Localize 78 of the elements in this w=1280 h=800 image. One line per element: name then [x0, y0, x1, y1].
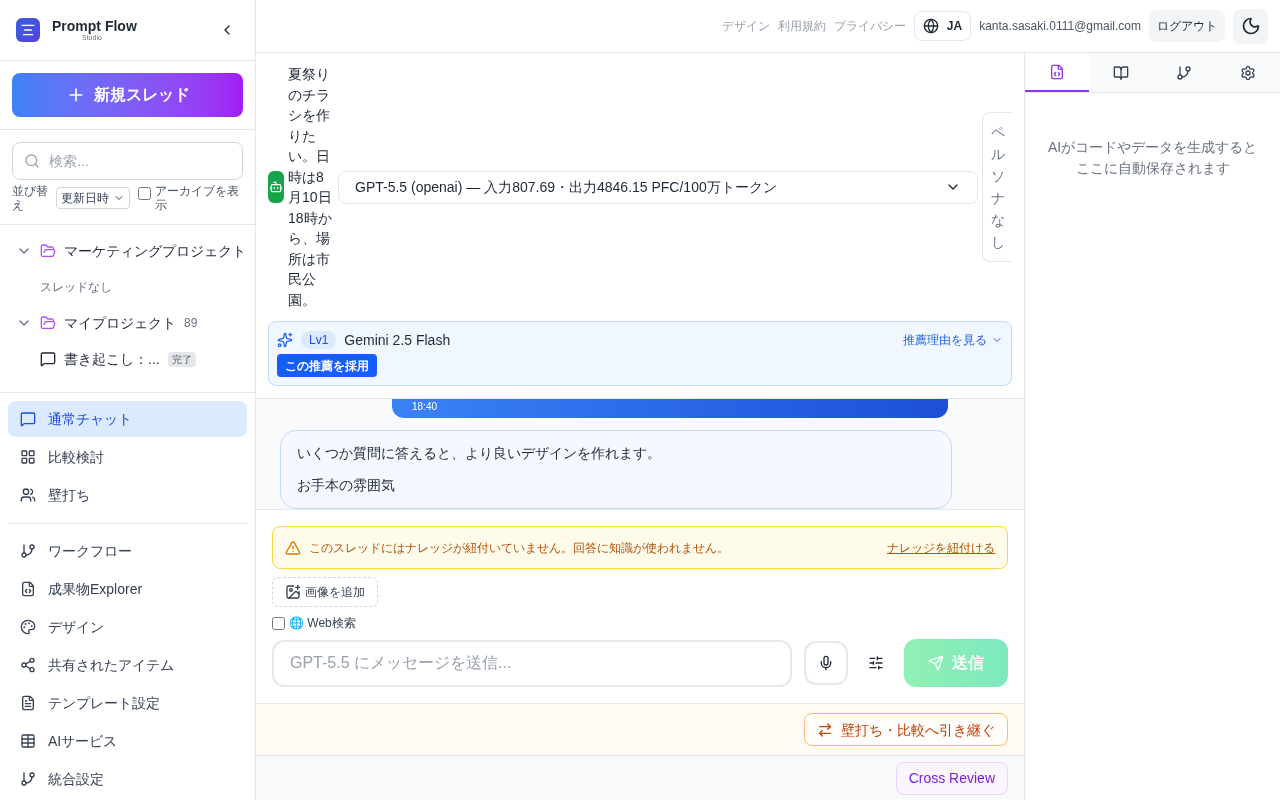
- search-field[interactable]: 検索...: [12, 142, 243, 180]
- sparkle-icon: [277, 332, 293, 348]
- message-time: 18:40: [412, 401, 438, 412]
- nav-item[interactable]: 成果物Explorer: [8, 570, 247, 608]
- document-icon: [20, 695, 36, 711]
- language-button[interactable]: JA: [913, 11, 972, 41]
- sort-select[interactable]: 更新日時: [56, 187, 130, 209]
- theme-button[interactable]: [1233, 8, 1268, 44]
- thread-title[interactable]: 書き起こし：...: [64, 349, 160, 369]
- settings-icon: [1240, 64, 1257, 81]
- prompt-text: 夏祭りのチラシを作りたい。日時は8月10日18時から、場所は市民公園。: [288, 65, 333, 310]
- sort-label: 並び替え: [12, 184, 49, 212]
- file-icon: [20, 581, 36, 597]
- web-search-label: 🌐 Web検索: [289, 615, 356, 631]
- search-icon: [24, 153, 40, 169]
- cross-review-button[interactable]: Cross Review: [895, 761, 1008, 795]
- image-plus-icon: [285, 584, 301, 600]
- status-badge: 完了: [167, 351, 196, 367]
- microphone-button[interactable]: [804, 641, 848, 685]
- project-count: 89: [184, 315, 198, 331]
- add-image-button[interactable]: 画像を追加: [272, 577, 378, 607]
- recommended-model: Gemini 2.5 Flash: [344, 331, 451, 350]
- panel-tab[interactable]: [1216, 53, 1280, 92]
- chat-icon: [40, 351, 56, 367]
- empty-state-text: AIがコードやデータを生成するとここに自動保存されます: [1046, 138, 1259, 178]
- globe-icon: [922, 18, 939, 34]
- mode-item[interactable]: 比較検討: [8, 439, 247, 475]
- users-icon: [20, 487, 36, 503]
- table-icon: [20, 733, 36, 749]
- app-name: Prompt Flow: [52, 18, 138, 34]
- archive-label: アーカイブを表示: [155, 184, 240, 212]
- panel-tab[interactable]: [1088, 53, 1153, 92]
- moon-icon: [1240, 16, 1261, 36]
- nav-item[interactable]: 統合設定: [8, 760, 247, 798]
- branch-icon: [20, 543, 36, 559]
- reason-link[interactable]: 推薦理由を見る: [903, 332, 1003, 348]
- warning-text: このスレッドにはナレッジが紐付いていません。回答に知識が使われません。: [309, 539, 729, 556]
- send-icon: [928, 655, 944, 671]
- model-select[interactable]: GPT-5.5 (openai) — 入力807.69・出力4846.15 PFC/100万トークン: [338, 170, 978, 204]
- branch-icon: [1176, 64, 1193, 81]
- empty-text: スレッドなし: [39, 279, 113, 296]
- branch-icon: [20, 771, 36, 787]
- attach-knowledge-link[interactable]: ナレッジを紐付ける: [887, 539, 995, 556]
- palette-icon: [20, 619, 36, 635]
- logo-icon: [16, 18, 40, 42]
- level-badge: Lv1: [301, 331, 337, 349]
- nav-item[interactable]: デザイン: [8, 608, 247, 646]
- handoff-button[interactable]: 壁打ち・比較へ引き継ぐ: [804, 713, 1008, 746]
- mode-item[interactable]: 通常チャット: [8, 401, 247, 437]
- nav-item[interactable]: AIサービス: [8, 722, 247, 760]
- web-search-checkbox[interactable]: [272, 616, 285, 630]
- file-icon: [1048, 63, 1065, 80]
- new-thread-button[interactable]: 新規スレッド: [12, 73, 243, 117]
- nav-item[interactable]: テンプレート設定: [8, 684, 247, 722]
- folder-icon: [40, 315, 56, 331]
- grid-icon: [20, 449, 36, 465]
- bot-icon: [268, 171, 284, 203]
- persona-button[interactable]: ペルソナなし: [982, 112, 1012, 262]
- message-input[interactable]: GPT-5.5 にメッセージを送信...: [272, 639, 792, 687]
- message-text: お手本の雰囲気: [297, 476, 396, 495]
- archive-checkbox[interactable]: [138, 187, 151, 200]
- nav-item[interactable]: ワークフロー: [8, 532, 247, 570]
- project-name[interactable]: マイプロジェクト: [64, 313, 176, 333]
- warning-icon: [285, 539, 301, 556]
- project-name[interactable]: マーケティングプロジェクト: [64, 241, 246, 261]
- user-email: kanta.sasaki.0111@gmail.com: [979, 18, 1141, 34]
- swap-arrows-icon: [817, 721, 833, 738]
- sliders-icon: [868, 655, 884, 671]
- message-text: いくつか質問に答えると、より良いデザインを作れます。: [297, 444, 662, 463]
- adopt-button[interactable]: この推薦を採用: [277, 354, 377, 377]
- logout-button[interactable]: ログアウト: [1149, 10, 1225, 42]
- mode-item[interactable]: 壁打ち: [8, 477, 247, 513]
- microphone-icon: [818, 655, 834, 671]
- book-icon: [1112, 64, 1129, 81]
- nav-item[interactable]: 共有されたアイテム: [8, 646, 247, 684]
- chat-icon: [20, 411, 36, 427]
- share-icon: [20, 657, 36, 673]
- folder-icon: [40, 243, 56, 259]
